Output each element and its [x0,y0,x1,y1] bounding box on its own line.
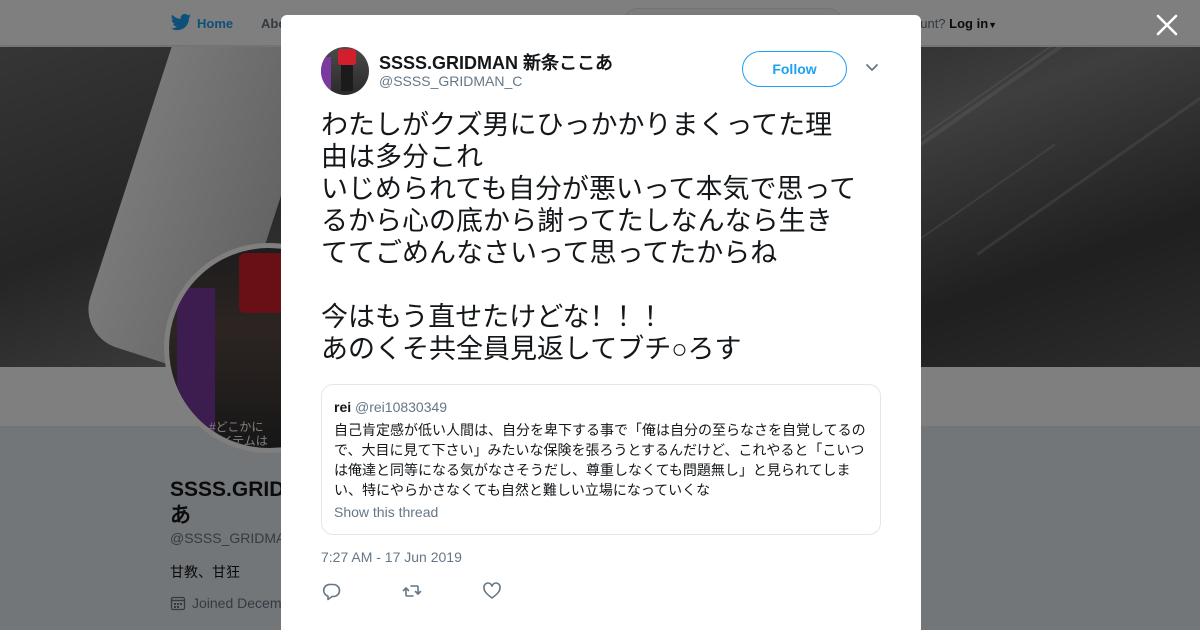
tweet-text: わたしがクズ男にひっかかりまくってた理 由は多分これ いじめられても自分が悪いっ… [321,109,886,365]
quoted-tweet-text: 自己肯定感が低い人間は、自分を卑下する事で「俺は自分の至らなさを自覚してるの で… [334,420,870,500]
tweet-text-line: ててごめんなさいって思ってたからね [321,238,778,268]
tweet-author-avatar[interactable] [321,47,369,95]
tweet-text-line: るから心の底から謝ってたしなんなら生き [321,206,833,236]
chevron-down-icon[interactable] [865,63,879,73]
retweet-icon[interactable] [402,581,422,601]
heart-icon[interactable] [482,581,502,601]
reply-icon[interactable] [322,581,342,601]
tweet-author-handle[interactable]: @SSSS_GRIDMAN_C [379,73,522,89]
quoted-text-line: は俺達と同等になる気がなさそうだし、尊重しなくても問題無し」と見られてしま [334,462,851,478]
tweet-text-line: 今はもう直せたけどな！！！ [321,302,671,332]
close-icon[interactable] [1154,12,1180,38]
tweet-text-blank-line [321,269,886,301]
tweet-text-line: いじめられても自分が悪いって本気で思って [321,174,857,204]
follow-button[interactable]: Follow [742,51,847,87]
quoted-author-handle: @rei10830349 [355,399,448,415]
quoted-text-line: い、特にやらかさなくても自然と難しい立場になっていくな [334,482,711,498]
tweet-text-line: わたしがクズ男にひっかかりまくってた理 [321,110,833,140]
show-thread-link[interactable]: Show this thread [334,504,438,520]
quoted-tweet[interactable]: rei @rei10830349 自己肯定感が低い人間は、自分を卑下する事で「俺… [321,384,881,535]
tweet-timestamp[interactable]: 7:27 AM - 17 Jun 2019 [321,549,462,565]
tweet-author-name[interactable]: SSSS.GRIDMAN 新条ここあ [379,49,613,75]
quoted-text-line: で、大目に見て下さい」みたいな保険を張ろうとするんだけど、これやると「こいつ [334,442,865,458]
quoted-text-line: 自己肯定感が低い人間は、自分を卑下する事で「俺は自分の至らなさを自覚してるの [334,422,866,438]
tweet-text-line: 由は多分これ [321,142,483,172]
tweet-text-line: あのくそ共全員見返してブチ○ろす [321,334,742,364]
quoted-tweet-header: rei @rei10830349 [334,399,447,415]
quoted-author-name: rei [334,399,352,415]
tweet-modal: SSSS.GRIDMAN 新条ここあ @SSSS_GRIDMAN_C Follo… [281,15,921,630]
